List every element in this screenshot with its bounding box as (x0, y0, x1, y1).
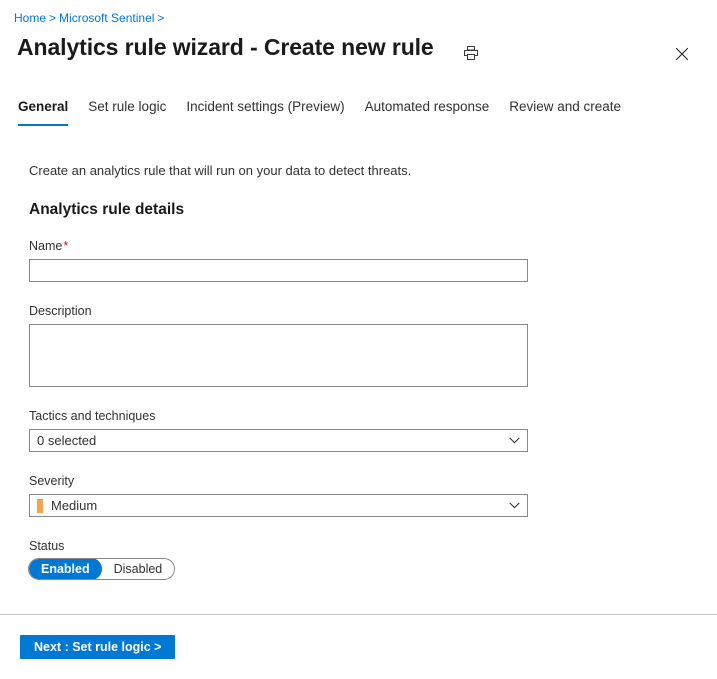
breadcrumb-separator: > (49, 11, 57, 25)
footer-divider (0, 614, 717, 615)
tab-set-rule-logic-label: Set rule logic (88, 99, 167, 114)
severity-dropdown[interactable]: Medium (29, 494, 528, 517)
breadcrumb-item-microsoft-sentinel[interactable]: Microsoft Sentinel (59, 11, 154, 25)
severity-selected-value: Medium (51, 498, 98, 513)
close-icon (675, 47, 689, 64)
field-description: Description (29, 303, 528, 387)
status-toggle-disabled[interactable]: Disabled (102, 559, 175, 579)
breadcrumb: Home > Microsoft Sentinel > (14, 10, 167, 26)
field-name: Name* (29, 238, 528, 282)
tactics-dropdown[interactable]: 0 selected (29, 429, 528, 452)
tab-review-and-create[interactable]: Review and create (499, 96, 631, 126)
tactics-selected-value: 0 selected (37, 433, 97, 448)
status-label: Status (29, 539, 65, 553)
next-button[interactable]: Next : Set rule logic > (20, 635, 176, 659)
section-heading-analytics-rule-details: Analytics rule details (29, 201, 185, 218)
name-input[interactable] (29, 259, 528, 282)
description-label: Description (29, 304, 92, 318)
print-button[interactable] (458, 41, 484, 67)
tab-review-and-create-label: Review and create (509, 99, 622, 114)
tab-automated-response[interactable]: Automated response (355, 96, 500, 126)
tactics-label: Tactics and techniques (29, 409, 156, 423)
tab-set-rule-logic[interactable]: Set rule logic (78, 96, 176, 126)
tab-incident-settings[interactable]: Incident settings (Preview) (176, 96, 354, 126)
chevron-down-icon (508, 435, 520, 447)
wizard-tabs: General Set rule logic Incident settings… (0, 96, 717, 130)
intro-text: Create an analytics rule that will run o… (29, 163, 412, 178)
tab-automated-response-label: Automated response (364, 99, 490, 114)
severity-color-swatch (37, 498, 43, 513)
tab-general-label: General (18, 99, 69, 114)
name-required-asterisk: * (63, 239, 69, 253)
page-title: Analytics rule wizard - Create new rule (17, 34, 434, 60)
status-toggle[interactable]: Enabled Disabled (28, 558, 176, 580)
breadcrumb-trailing-separator: > (157, 11, 165, 25)
severity-label: Severity (29, 474, 75, 488)
name-label-text: Name (29, 239, 63, 253)
close-button[interactable] (668, 41, 696, 69)
breadcrumb-item-home[interactable]: Home (14, 11, 46, 25)
field-severity: Severity Medium (29, 473, 528, 517)
chevron-down-icon (508, 500, 520, 512)
tab-incident-settings-label: Incident settings (Preview) (186, 99, 345, 114)
print-icon (463, 45, 479, 64)
description-input[interactable] (29, 324, 528, 387)
name-label: Name* (29, 238, 528, 255)
status-toggle-enabled[interactable]: Enabled (29, 559, 102, 579)
tab-general[interactable]: General (8, 96, 78, 126)
field-tactics-and-techniques: Tactics and techniques 0 selected (29, 408, 528, 452)
field-status: Status (29, 538, 528, 559)
title-row: Analytics rule wizard - Create new rule (0, 30, 717, 76)
